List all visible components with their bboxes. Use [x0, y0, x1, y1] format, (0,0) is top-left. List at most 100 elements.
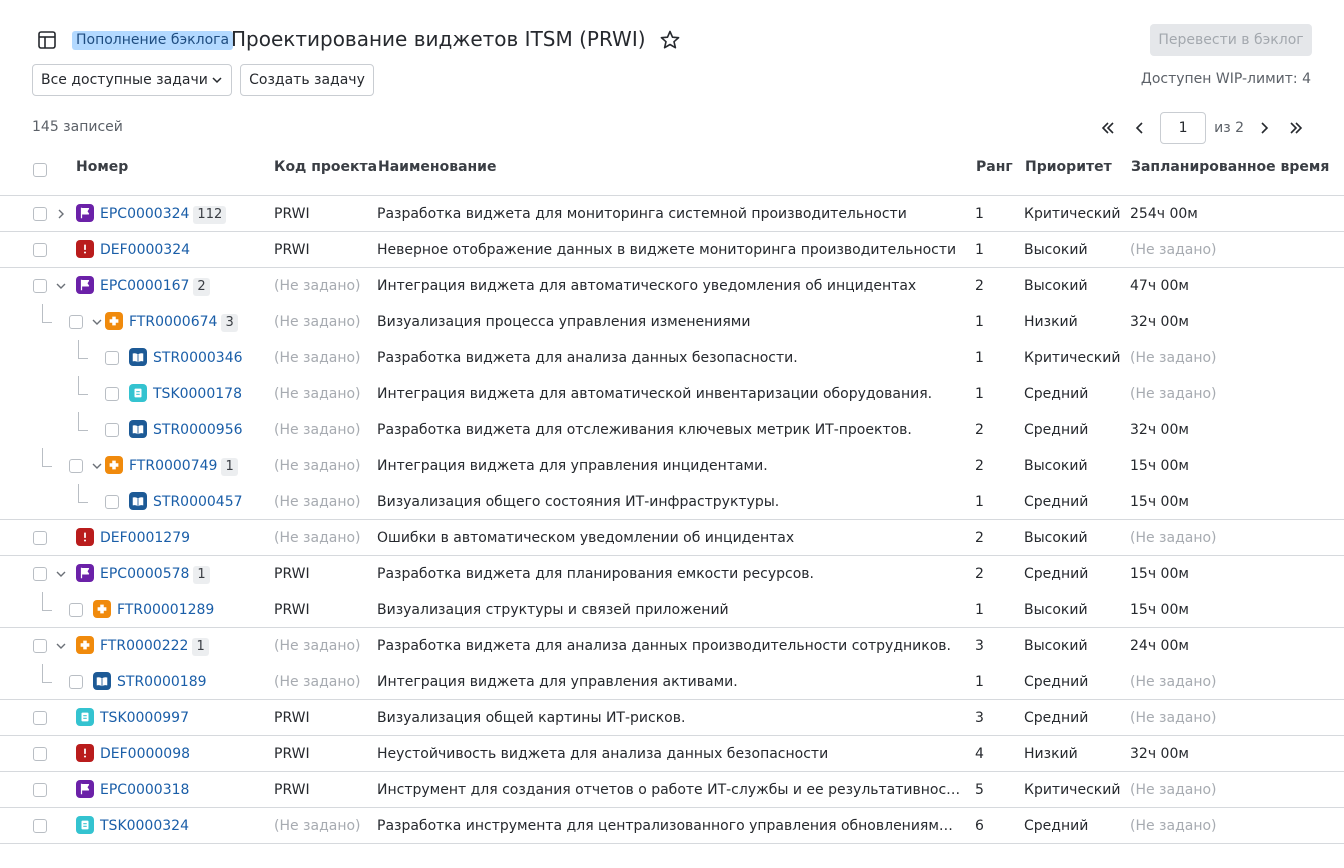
priority-cell: Средний	[1024, 818, 1089, 834]
task-number-link[interactable]: STR0000189	[117, 674, 207, 690]
tree-connector	[42, 304, 43, 322]
task-filter-select[interactable]: Все доступные задачи	[32, 64, 232, 96]
task-table-body: EPC0000324 112 PRWI Разработка виджета для …	[0, 196, 1344, 844]
layout-icon[interactable]	[37, 30, 57, 50]
row-checkbox[interactable]	[33, 639, 47, 653]
create-task-button[interactable]: Создать задачу	[240, 64, 374, 96]
table-row[interactable]: EPC0000318 PRWI Инструмент для создания от…	[0, 772, 1344, 808]
task-number-link[interactable]: FTR0000674	[129, 314, 217, 330]
task-name-cell: Интеграция виджета для управления актива…	[377, 674, 738, 690]
table-row[interactable]: EPC0000324 112 PRWI Разработка виджета для …	[0, 196, 1344, 232]
col-project-code[interactable]: Код проекта	[274, 159, 377, 175]
row-checkbox[interactable]	[33, 243, 47, 257]
tree-connector	[78, 358, 88, 359]
col-name[interactable]: Наименование	[378, 159, 497, 175]
row-checkbox[interactable]	[105, 351, 119, 365]
task-number-link[interactable]: FTR0000749	[129, 458, 217, 474]
project-code-cell: (Не задано)	[274, 350, 361, 366]
project-code-cell: (Не задано)	[274, 386, 361, 402]
task-number-link[interactable]: EPC0000578	[100, 566, 189, 582]
chevron-down-icon[interactable]	[55, 640, 67, 652]
task-number-link[interactable]: EPC0000167	[100, 278, 189, 294]
table-row[interactable]: FTR00001289 PRWI Визуализация структуры и …	[0, 592, 1344, 628]
chevron-right-icon	[1261, 122, 1269, 134]
row-checkbox[interactable]	[69, 603, 83, 617]
table-row[interactable]: STR0000346 (Не задано) Разработка виджета …	[0, 340, 1344, 376]
tree-connector	[42, 592, 43, 610]
table-row[interactable]: DEF0000324 PRWI Неверное отображение данны…	[0, 232, 1344, 268]
table-row[interactable]: STR0000189 (Не задано) Интеграция виджета …	[0, 664, 1344, 700]
table-row[interactable]: FTR0000674 3 (Не задано) Визуализация проце…	[0, 304, 1344, 340]
row-checkbox[interactable]	[33, 783, 47, 797]
task-number-link[interactable]: TSK0000324	[100, 818, 189, 834]
planned-time-cell: (Не задано)	[1130, 530, 1217, 546]
row-checkbox[interactable]	[33, 207, 47, 221]
chevron-down-icon[interactable]	[91, 460, 103, 472]
row-checkbox[interactable]	[33, 819, 47, 833]
task-number-link[interactable]: TSK0000997	[100, 710, 189, 726]
table-row[interactable]: DEF0000098 PRWI Неустойчивость виджета для…	[0, 736, 1344, 772]
last-page-button[interactable]	[1280, 112, 1312, 144]
table-row[interactable]: EPC0000167 2 (Не задано) Интеграция виджета…	[0, 268, 1344, 304]
rank-cell: 5	[975, 782, 984, 798]
task-name-cell: Разработка виджета для анализа данных пр…	[377, 638, 951, 654]
row-checkbox[interactable]	[105, 423, 119, 437]
alert-icon	[76, 528, 94, 546]
table-row[interactable]: FTR0000222 1 (Не задано) Разработка виджета…	[0, 628, 1344, 664]
move-to-backlog-button[interactable]: Перевести в бэклог	[1150, 24, 1312, 56]
row-checkbox[interactable]	[33, 279, 47, 293]
col-priority[interactable]: Приоритет	[1025, 159, 1112, 175]
table-row[interactable]: FTR0000749 1 (Не задано) Интеграция виджета…	[0, 448, 1344, 484]
next-page-button[interactable]	[1248, 112, 1280, 144]
task-number-link[interactable]: STR0000457	[153, 494, 243, 510]
select-all-checkbox[interactable]	[33, 163, 47, 177]
task-name-cell: Инструмент для создания отчетов о работе…	[377, 782, 962, 798]
records-count: 145 записей	[32, 119, 123, 135]
row-checkbox[interactable]	[105, 495, 119, 509]
task-number-link[interactable]: EPC0000318	[100, 782, 189, 798]
task-number-link[interactable]: EPC0000324	[100, 206, 189, 222]
task-number-link[interactable]: STR0000346	[153, 350, 243, 366]
row-checkbox[interactable]	[33, 531, 47, 545]
task-number-link[interactable]: STR0000956	[153, 422, 243, 438]
project-code-cell: PRWI	[274, 566, 310, 582]
prev-page-button[interactable]	[1124, 112, 1156, 144]
row-checkbox[interactable]	[33, 747, 47, 761]
task-number-link[interactable]: DEF0000098	[100, 746, 190, 762]
row-checkbox[interactable]	[69, 675, 83, 689]
row-checkbox[interactable]	[69, 315, 83, 329]
row-checkbox[interactable]	[33, 567, 47, 581]
table-row[interactable]: DEF0001279 (Не задано) Ошибки в автоматиче…	[0, 520, 1344, 556]
priority-cell: Низкий	[1024, 314, 1078, 330]
priority-cell: Высокий	[1024, 530, 1088, 546]
table-row[interactable]: STR0000956 (Не задано) Разработка виджета …	[0, 412, 1344, 448]
project-code-cell: (Не задано)	[274, 818, 361, 834]
task-number-link[interactable]: DEF0000324	[100, 242, 190, 258]
task-number-link[interactable]: TSK0000178	[153, 386, 242, 402]
chevron-right-icon[interactable]	[55, 208, 67, 220]
task-number-link[interactable]: FTR0000222	[100, 638, 188, 654]
table-row[interactable]: TSK0000324 (Не задано) Разработка инструме…	[0, 808, 1344, 844]
task-number-link[interactable]: FTR00001289	[117, 602, 214, 618]
page-number-input[interactable]	[1160, 112, 1207, 144]
table-row[interactable]: STR0000457 (Не задано) Визуализация общего…	[0, 484, 1344, 520]
task-number-link[interactable]: DEF0001279	[100, 530, 190, 546]
first-page-button[interactable]	[1092, 112, 1124, 144]
row-checkbox[interactable]	[69, 459, 83, 473]
chevron-down-icon[interactable]	[91, 316, 103, 328]
task-filter-value: Все доступные задачи	[41, 72, 208, 88]
table-row[interactable]: TSK0000178 (Не задано) Интеграция виджета …	[0, 376, 1344, 412]
row-checkbox[interactable]	[105, 387, 119, 401]
col-planned-time[interactable]: Запланированное время	[1131, 159, 1329, 175]
star-icon[interactable]	[659, 29, 681, 51]
col-rank[interactable]: Ранг	[976, 159, 1013, 175]
table-row[interactable]: TSK0000997 PRWI Визуализация общей картины…	[0, 700, 1344, 736]
chevron-down-icon[interactable]	[55, 280, 67, 292]
project-code-cell: PRWI	[274, 710, 310, 726]
table-row[interactable]: EPC0000578 1 PRWI Разработка виджета для пл…	[0, 556, 1344, 592]
row-checkbox[interactable]	[33, 711, 47, 725]
chevron-down-icon[interactable]	[55, 568, 67, 580]
col-number[interactable]: Номер	[76, 159, 128, 175]
task-number-cell: TSK0000324	[100, 818, 189, 834]
task-number-cell: FTR0000674 3	[129, 314, 238, 332]
